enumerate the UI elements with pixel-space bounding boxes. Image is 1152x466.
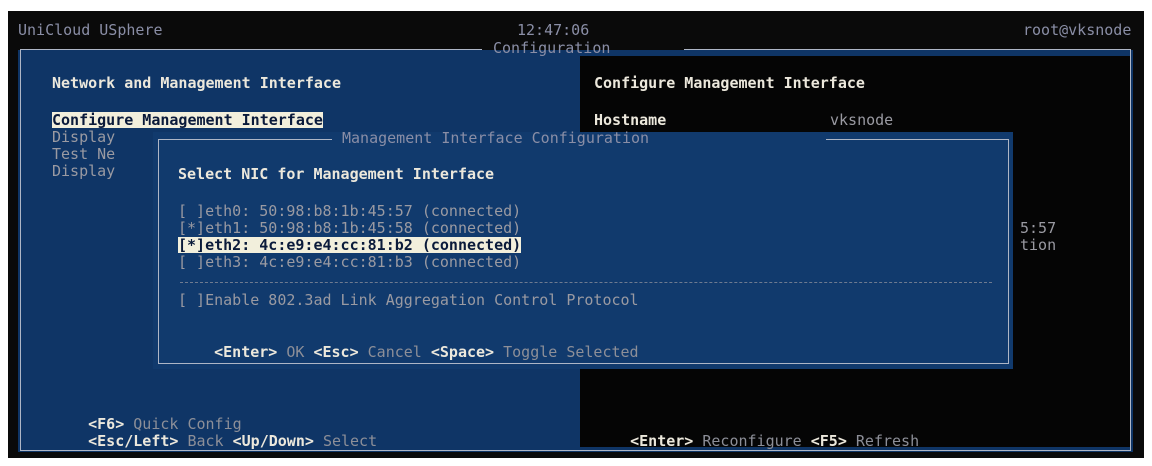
dialog-border-top-left: [158, 139, 332, 140]
back-label: Back: [187, 432, 224, 450]
nic-option-eth0[interactable]: [ ]eth0: 50:98:b8:1b:45:57 (connected): [178, 203, 521, 219]
right-panel-partial-mac: 5:57: [1020, 219, 1057, 237]
window-border-right: [1130, 49, 1131, 450]
menu-item-test-network[interactable]: Test Ne: [52, 146, 115, 162]
menu-item-display-2[interactable]: Display: [52, 163, 115, 179]
dialog-enter-key[interactable]: <Enter>: [214, 343, 277, 361]
dialog-esc-key[interactable]: <Esc>: [313, 343, 358, 361]
ok-label: OK: [286, 343, 305, 361]
dialog-prompt: Select NIC for Management Interface: [178, 165, 495, 183]
lacp-checkbox[interactable]: [ ]Enable 802.3ad Link Aggregation Contr…: [178, 292, 639, 308]
esc-left-key: <Esc/Left>: [88, 432, 179, 450]
console-screen: UniCloud USphere 12:47:06 root@vksnode C…: [8, 11, 1144, 458]
dialog-border-left: [158, 139, 159, 363]
window-border-top-left: [20, 49, 482, 50]
dialog-separator: [180, 282, 992, 283]
up-down-key: <Up/Down>: [232, 432, 314, 450]
nic-option-eth3[interactable]: [ ]eth3: 4c:e9:e4:cc:81:b3 (connected): [178, 254, 521, 270]
right-panel-hints: <Enter> Reconfigure <F5> Refresh: [594, 417, 919, 458]
window-title: Configuration: [493, 39, 611, 57]
right-panel-partial-text: tion: [1020, 236, 1057, 254]
clock: 12:47:06: [517, 21, 590, 39]
dialog-hints: <Enter> OK <Esc> Cancel <Space> Toggle S…: [178, 328, 639, 376]
dialog-space-key[interactable]: <Space>: [431, 343, 494, 361]
select-label: Select: [322, 432, 378, 450]
dialog-border-right: [1008, 139, 1009, 363]
f5-key: <F5>: [810, 432, 847, 450]
hostname-value: vksnode: [830, 111, 894, 129]
left-panel-heading: Network and Management Interface: [52, 74, 341, 92]
toggle-selected-label: Toggle Selected: [503, 343, 639, 361]
window-border-top-right: [684, 49, 1130, 50]
user-host: root@vksnode: [1023, 21, 1132, 39]
cancel-label: Cancel: [367, 343, 422, 361]
enter-key: <Enter>: [630, 432, 694, 450]
menu-item-display-1[interactable]: Display: [52, 129, 115, 145]
reconfigure-label: Reconfigure: [702, 432, 802, 450]
window-border-left: [20, 49, 21, 450]
nic-option-eth2[interactable]: [*]eth2: 4c:e9:e4:cc:81:b2 (connected): [178, 237, 522, 253]
right-panel-heading: Configure Management Interface: [594, 74, 865, 92]
dialog-title: Management Interface Configuration: [342, 129, 650, 147]
hostname-label: Hostname: [594, 111, 667, 129]
nic-option-eth1[interactable]: [*]eth1: 50:98:b8:1b:45:58 (connected): [178, 220, 521, 236]
refresh-label: Refresh: [855, 432, 920, 450]
navigation-hints: <Esc/Left> Back <Up/Down> Select: [52, 417, 377, 458]
app-name: UniCloud USphere: [18, 21, 163, 39]
dialog-border-top-right: [826, 139, 1008, 140]
menu-item-configure-management-interface[interactable]: Configure Management Interface: [52, 112, 323, 128]
